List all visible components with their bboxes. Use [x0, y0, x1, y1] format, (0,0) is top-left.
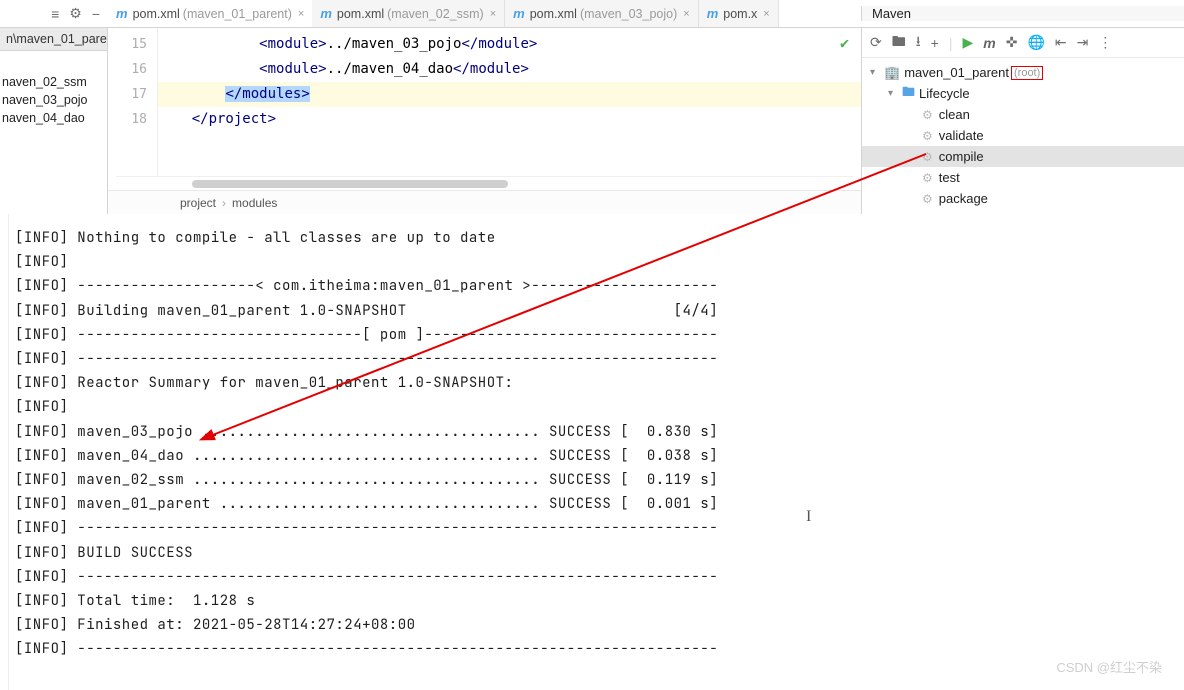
code-pane[interactable]: ✔ <module>../maven_03_pojo</module> <mod…	[158, 28, 861, 176]
maven-m-icon[interactable]: m	[983, 35, 995, 51]
close-icon[interactable]: ×	[683, 8, 689, 20]
gear-icon: ⚙	[922, 108, 933, 122]
root-badge: (root)	[1011, 66, 1043, 80]
maven-icon: m	[320, 6, 332, 21]
run-icon[interactable]: ▶	[962, 34, 973, 51]
project-tab[interactable]: n\maven_01_paren	[0, 28, 107, 51]
project-item[interactable]: naven_02_ssm	[0, 73, 107, 91]
project-item[interactable]: naven_04_dao	[0, 109, 107, 127]
maven-panel-title: Maven	[861, 6, 1184, 21]
collapse-icon[interactable]: ⇤	[1055, 34, 1067, 51]
maven-toolbar: ⟳ 🖿 ⭳ + | ▶ m ✜ 🌐 ⇤ ⇥ ⋮	[862, 28, 1184, 58]
tab-pom-pojo[interactable]: m pom.xml (maven_03_pojo) ×	[505, 0, 699, 27]
add-icon[interactable]: +	[931, 35, 939, 51]
lifecycle-node[interactable]: ▾ 🖿 Lifecycle	[862, 83, 1184, 104]
maven-icon: m	[707, 6, 719, 21]
chevron-down-icon: ▾	[888, 88, 902, 99]
tab-pom-ssm[interactable]: m pom.xml (maven_02_ssm) ×	[312, 0, 505, 27]
editor-tabs: m pom.xml (maven_01_parent) × m pom.xml …	[108, 0, 861, 27]
chevron-down-icon: ▾	[870, 67, 884, 78]
skip-tests-icon[interactable]: ✜	[1006, 34, 1018, 51]
close-icon[interactable]: ×	[763, 8, 769, 20]
project-panel: n\maven_01_paren naven_02_ssm naven_03_p…	[0, 28, 108, 214]
goal-package[interactable]: ⚙package	[862, 188, 1184, 209]
icon-list[interactable]: ≡	[51, 6, 59, 22]
gutter: 15161718	[108, 28, 158, 176]
left-toolbar: ≡ ⚙ −	[0, 5, 108, 22]
gear-icon: ⚙	[922, 129, 933, 143]
refresh-icon[interactable]: ⟳	[870, 34, 882, 51]
minus-icon[interactable]: −	[92, 6, 100, 22]
download-icon[interactable]: ⭳	[916, 31, 921, 55]
maven-icon: m	[116, 6, 128, 21]
goal-clean[interactable]: ⚙clean	[862, 104, 1184, 125]
gear-icon: ⚙	[922, 171, 933, 185]
gear-icon: ⚙	[922, 192, 933, 206]
maven-tree: ▾ 🏢 maven_01_parent (root) ▾ 🖿 Lifecycle…	[862, 58, 1184, 214]
maven-module-icon: 🏢	[884, 65, 900, 81]
console-output[interactable]: [INFO] Nothing to compile - all classes …	[8, 214, 1184, 690]
more-icon[interactable]: ⋮	[1098, 34, 1112, 51]
text-cursor: I	[806, 508, 811, 526]
editor[interactable]: 15161718 ✔ <module>../maven_03_pojo</mod…	[108, 28, 861, 214]
folder-icon: 🖿	[902, 83, 915, 105]
generate-icon[interactable]: 🖿	[892, 31, 906, 55]
maven-icon: m	[513, 6, 525, 21]
goal-compile[interactable]: ⚙compile	[862, 146, 1184, 167]
check-icon: ✔	[840, 34, 849, 52]
maven-root-node[interactable]: ▾ 🏢 maven_01_parent (root)	[862, 62, 1184, 83]
tab-pom-parent[interactable]: m pom.xml (maven_01_parent) ×	[108, 0, 312, 27]
expand-icon[interactable]: ⇥	[1077, 34, 1089, 51]
web-icon[interactable]: 🌐	[1027, 34, 1044, 51]
goal-test[interactable]: ⚙test	[862, 167, 1184, 188]
breadcrumb[interactable]: project › modules	[108, 190, 861, 214]
watermark: CSDN @红尘不染	[1056, 657, 1162, 676]
maven-panel: ⟳ 🖿 ⭳ + | ▶ m ✜ 🌐 ⇤ ⇥ ⋮ ▾ 🏢 maven_01_par…	[861, 28, 1184, 214]
gear-icon: ⚙	[922, 150, 933, 164]
goal-validate[interactable]: ⚙validate	[862, 125, 1184, 146]
horizontal-scrollbar[interactable]	[116, 176, 853, 190]
gear-icon[interactable]: ⚙	[69, 5, 82, 22]
close-icon[interactable]: ×	[298, 8, 304, 20]
close-icon[interactable]: ×	[490, 8, 496, 20]
project-item[interactable]: naven_03_pojo	[0, 91, 107, 109]
tab-pom-truncated[interactable]: m pom.x ×	[699, 0, 779, 27]
